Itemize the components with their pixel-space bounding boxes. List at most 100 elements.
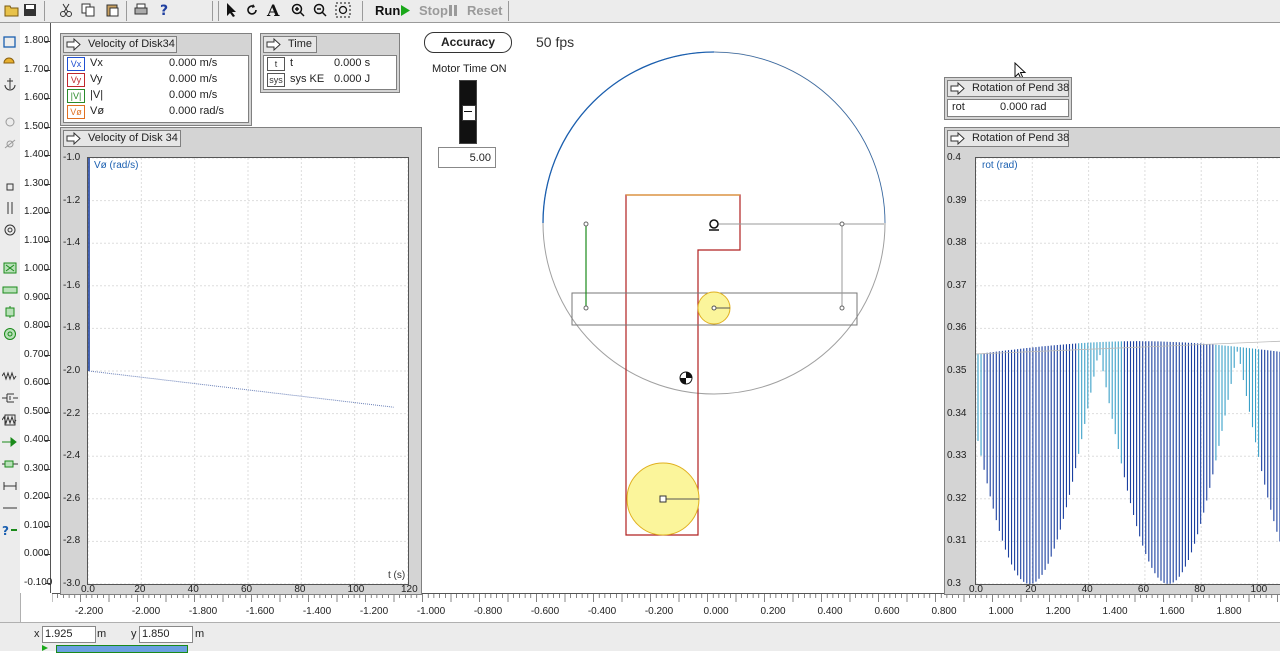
velocity-meter-row: |V| |V| 0.000 m/s (64, 88, 248, 104)
hruler-tick-label: -1.600 (245, 606, 275, 617)
time-value: 0.000 s (334, 57, 371, 69)
velocity-component-value: 0.000 m/s (169, 89, 218, 101)
meter-question-icon[interactable]: ? (2, 523, 18, 537)
rigid-joint-icon[interactable] (2, 137, 18, 151)
copy-icon[interactable] (80, 2, 96, 18)
spring-damper-icon[interactable] (2, 413, 18, 427)
text-tool-icon[interactable]: A (266, 2, 282, 18)
cut-icon[interactable] (58, 2, 74, 18)
x-coord-field[interactable]: 1.925 (42, 626, 96, 643)
damper-icon[interactable] (2, 391, 18, 405)
rotation-y-tick: 0.4 (947, 152, 961, 163)
print-icon[interactable] (133, 2, 149, 18)
pin-joint[interactable] (709, 219, 719, 229)
help-icon[interactable]: ? (156, 2, 172, 18)
hruler-tick-label: -0.200 (644, 606, 674, 617)
velocity-y-tick: -3.0 (63, 578, 81, 589)
time-tag: t (267, 57, 285, 71)
velocity-x-tick: 40 (187, 584, 199, 595)
rotation-meter[interactable]: Rotation of Pend 38 rot 0.000 rad (944, 77, 1072, 120)
velocity-y-tick: -2.8 (63, 535, 81, 547)
run-button[interactable]: Run (375, 3, 400, 18)
rope-icon[interactable] (2, 479, 18, 493)
paste-icon[interactable] (104, 2, 120, 18)
velocity-graph[interactable]: Velocity of Disk 34 Vø (rad/s) t (s) -1.… (60, 127, 422, 595)
rotation-x-tick: 60 (1137, 584, 1150, 595)
zoom-out-icon[interactable] (312, 2, 328, 18)
pointer-tool-icon[interactable] (224, 2, 240, 18)
stop-button[interactable]: Stop (419, 3, 448, 18)
accuracy-button[interactable]: Accuracy (424, 32, 512, 53)
velocity-plot-area[interactable]: Vø (rad/s) t (s) (87, 157, 409, 585)
rotate-tool-icon[interactable] (244, 2, 260, 18)
velocity-component-tag[interactable]: Vø (67, 105, 85, 119)
velocity-y-tick: -1.0 (63, 152, 81, 163)
slot-joint-icon[interactable] (2, 201, 18, 215)
velocity-component-tag[interactable]: |V| (67, 89, 85, 103)
save-icon[interactable] (22, 2, 38, 18)
zoom-in-icon[interactable] (290, 2, 306, 18)
velocity-meter-header[interactable]: Velocity of Disk34 (63, 36, 177, 53)
velocity-component-value: 0.000 m/s (169, 73, 218, 85)
square-point-icon[interactable] (2, 180, 18, 194)
simulation-workspace[interactable] (420, 25, 945, 593)
rectangle-tool-icon[interactable] (2, 35, 18, 49)
pin-joint-icon[interactable] (2, 115, 18, 129)
hruler-tick-label: -1.400 (302, 606, 332, 617)
motor-time-input[interactable]: 5.00 (438, 147, 496, 168)
hruler-tick-label: 0.600 (874, 606, 900, 617)
time-meter-header[interactable]: Time (263, 36, 317, 53)
zoom-fit-icon[interactable] (335, 2, 351, 18)
polygon-tool-icon[interactable] (2, 56, 18, 70)
gear-green-icon[interactable] (2, 327, 18, 341)
motor-green-icon[interactable] (2, 261, 18, 275)
expand-arrow-icon[interactable] (64, 131, 84, 146)
motor-slider-thumb[interactable] (462, 105, 476, 121)
motor-slider[interactable] (459, 80, 477, 144)
run-play-icon[interactable] (401, 5, 410, 16)
frame-slider[interactable] (56, 645, 188, 653)
expand-arrow-icon[interactable] (948, 131, 968, 146)
expand-arrow-icon[interactable] (948, 81, 968, 96)
expand-arrow-icon[interactable] (264, 37, 284, 52)
force-icon[interactable] (2, 435, 18, 449)
hruler-tick-label: 0.800 (931, 606, 957, 617)
rotation-plot-area[interactable]: rot (rad) (975, 157, 1280, 585)
velocity-component-tag[interactable]: Vx (67, 57, 85, 71)
hruler-tick-label: -1.200 (359, 606, 389, 617)
circle-point-icon[interactable] (2, 223, 18, 237)
stop-pause-icon[interactable] (449, 5, 458, 16)
velocity-component-name: Vy (90, 73, 103, 85)
velocity-component-tag[interactable]: Vy (67, 73, 85, 87)
velocity-meter-row: Vy Vy 0.000 m/s (64, 72, 248, 88)
actuator-green-icon[interactable] (2, 283, 18, 297)
separator-line-icon[interactable] (2, 501, 18, 515)
reset-button[interactable]: Reset (467, 3, 502, 18)
spring-green-icon[interactable] (2, 305, 18, 319)
velocity-graph-header[interactable]: Velocity of Disk 34 (63, 130, 181, 147)
spring-icon[interactable] (2, 369, 18, 383)
svg-text:A: A (266, 2, 280, 18)
time-meter[interactable]: Time t t 0.000 s sys sys KE 0.000 J (260, 33, 400, 93)
y-coord-field[interactable]: 1.850 (139, 626, 193, 643)
open-folder-icon[interactable] (4, 2, 20, 18)
expand-arrow-icon[interactable] (64, 37, 84, 52)
hruler-tick-label: 1.200 (1045, 606, 1071, 617)
motor-icon[interactable] (2, 457, 18, 471)
velocity-y-tick: -2.2 (63, 407, 81, 419)
rotation-x-tick: 100 (1250, 584, 1268, 595)
anchor-tool-icon[interactable] (2, 77, 18, 91)
time-meter-values: t t 0.000 s sys sys KE 0.000 J (263, 55, 397, 90)
rotation-graph[interactable]: Rotation of Pend 38 rot (rad) 0.4 0.39 0.3… (944, 127, 1280, 595)
rotation-y-tick: 0.37 (947, 279, 967, 291)
rotation-graph-header[interactable]: Rotation of Pend 38 (947, 130, 1069, 147)
hruler-tick-label: 1.600 (1159, 606, 1185, 617)
velocity-meter[interactable]: Velocity of Disk34 Vx Vx 0.000 m/s Vy Vy 0.00… (60, 33, 252, 126)
rotation-meter-header[interactable]: Rotation of Pend 38 (947, 80, 1069, 97)
hruler-tick-label: 1.800 (1216, 606, 1242, 617)
play-green-icon[interactable] (40, 645, 52, 651)
velocity-x-tick: 0.0 (81, 584, 95, 595)
motor-label: Motor Time ON (432, 63, 507, 75)
hruler-tick-label: 1.400 (1102, 606, 1128, 617)
hruler-tick-label: 1.000 (988, 606, 1014, 617)
